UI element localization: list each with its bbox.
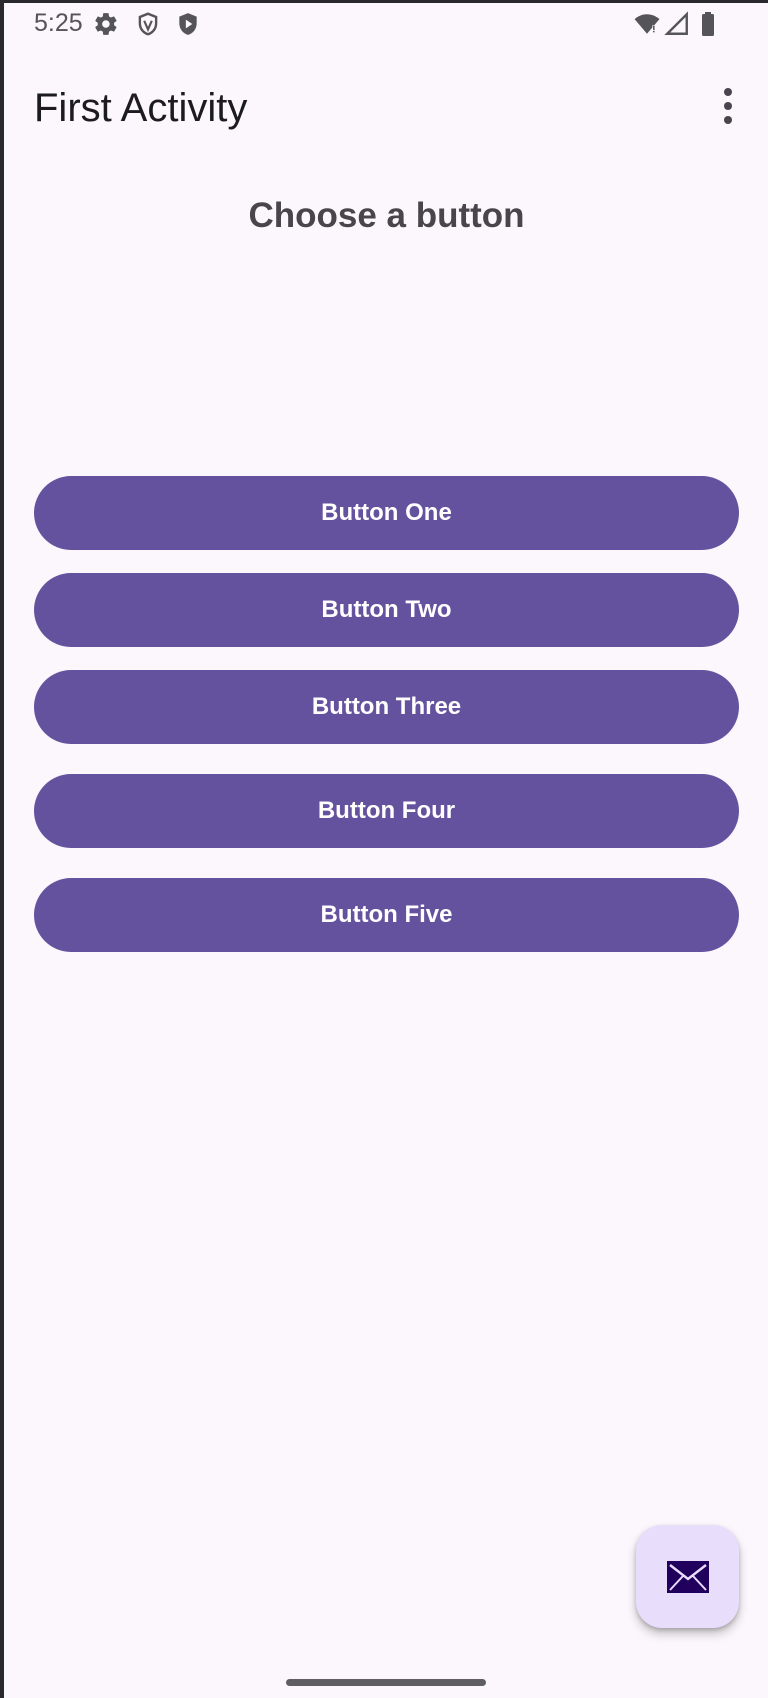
button-one-label: Button One bbox=[321, 499, 452, 526]
app-bar: First Activity bbox=[0, 50, 768, 162]
button-five-label: Button Five bbox=[320, 901, 453, 928]
mail-icon bbox=[666, 1560, 709, 1593]
screen-edge-left bbox=[0, 0, 4, 1698]
button-five[interactable]: Button Five bbox=[34, 878, 739, 952]
page-heading: Choose a button bbox=[248, 196, 525, 235]
button-three[interactable]: Button Three bbox=[34, 670, 739, 744]
shield-outline-icon bbox=[135, 11, 161, 37]
battery-icon bbox=[698, 11, 718, 37]
app-title: First Activity bbox=[34, 86, 248, 130]
cellular-signal-icon bbox=[664, 11, 690, 37]
button-three-label: Button Three bbox=[311, 693, 462, 720]
button-four-label: Button Four bbox=[317, 797, 456, 824]
more-vert-icon[interactable] bbox=[712, 86, 744, 126]
wifi-icon bbox=[633, 11, 661, 37]
status-time: 5:25 bbox=[34, 9, 83, 37]
button-two-label: Button Two bbox=[321, 596, 452, 623]
button-four[interactable]: Button Four bbox=[34, 774, 739, 848]
mail-fab-button[interactable] bbox=[636, 1525, 739, 1628]
status-bar: 5:25 bbox=[0, 0, 768, 50]
gear-icon bbox=[93, 11, 119, 37]
button-two[interactable]: Button Two bbox=[34, 573, 739, 647]
gesture-navigation-bar[interactable] bbox=[286, 1679, 486, 1686]
button-one[interactable]: Button One bbox=[34, 476, 739, 550]
shield-play-icon bbox=[175, 11, 201, 37]
